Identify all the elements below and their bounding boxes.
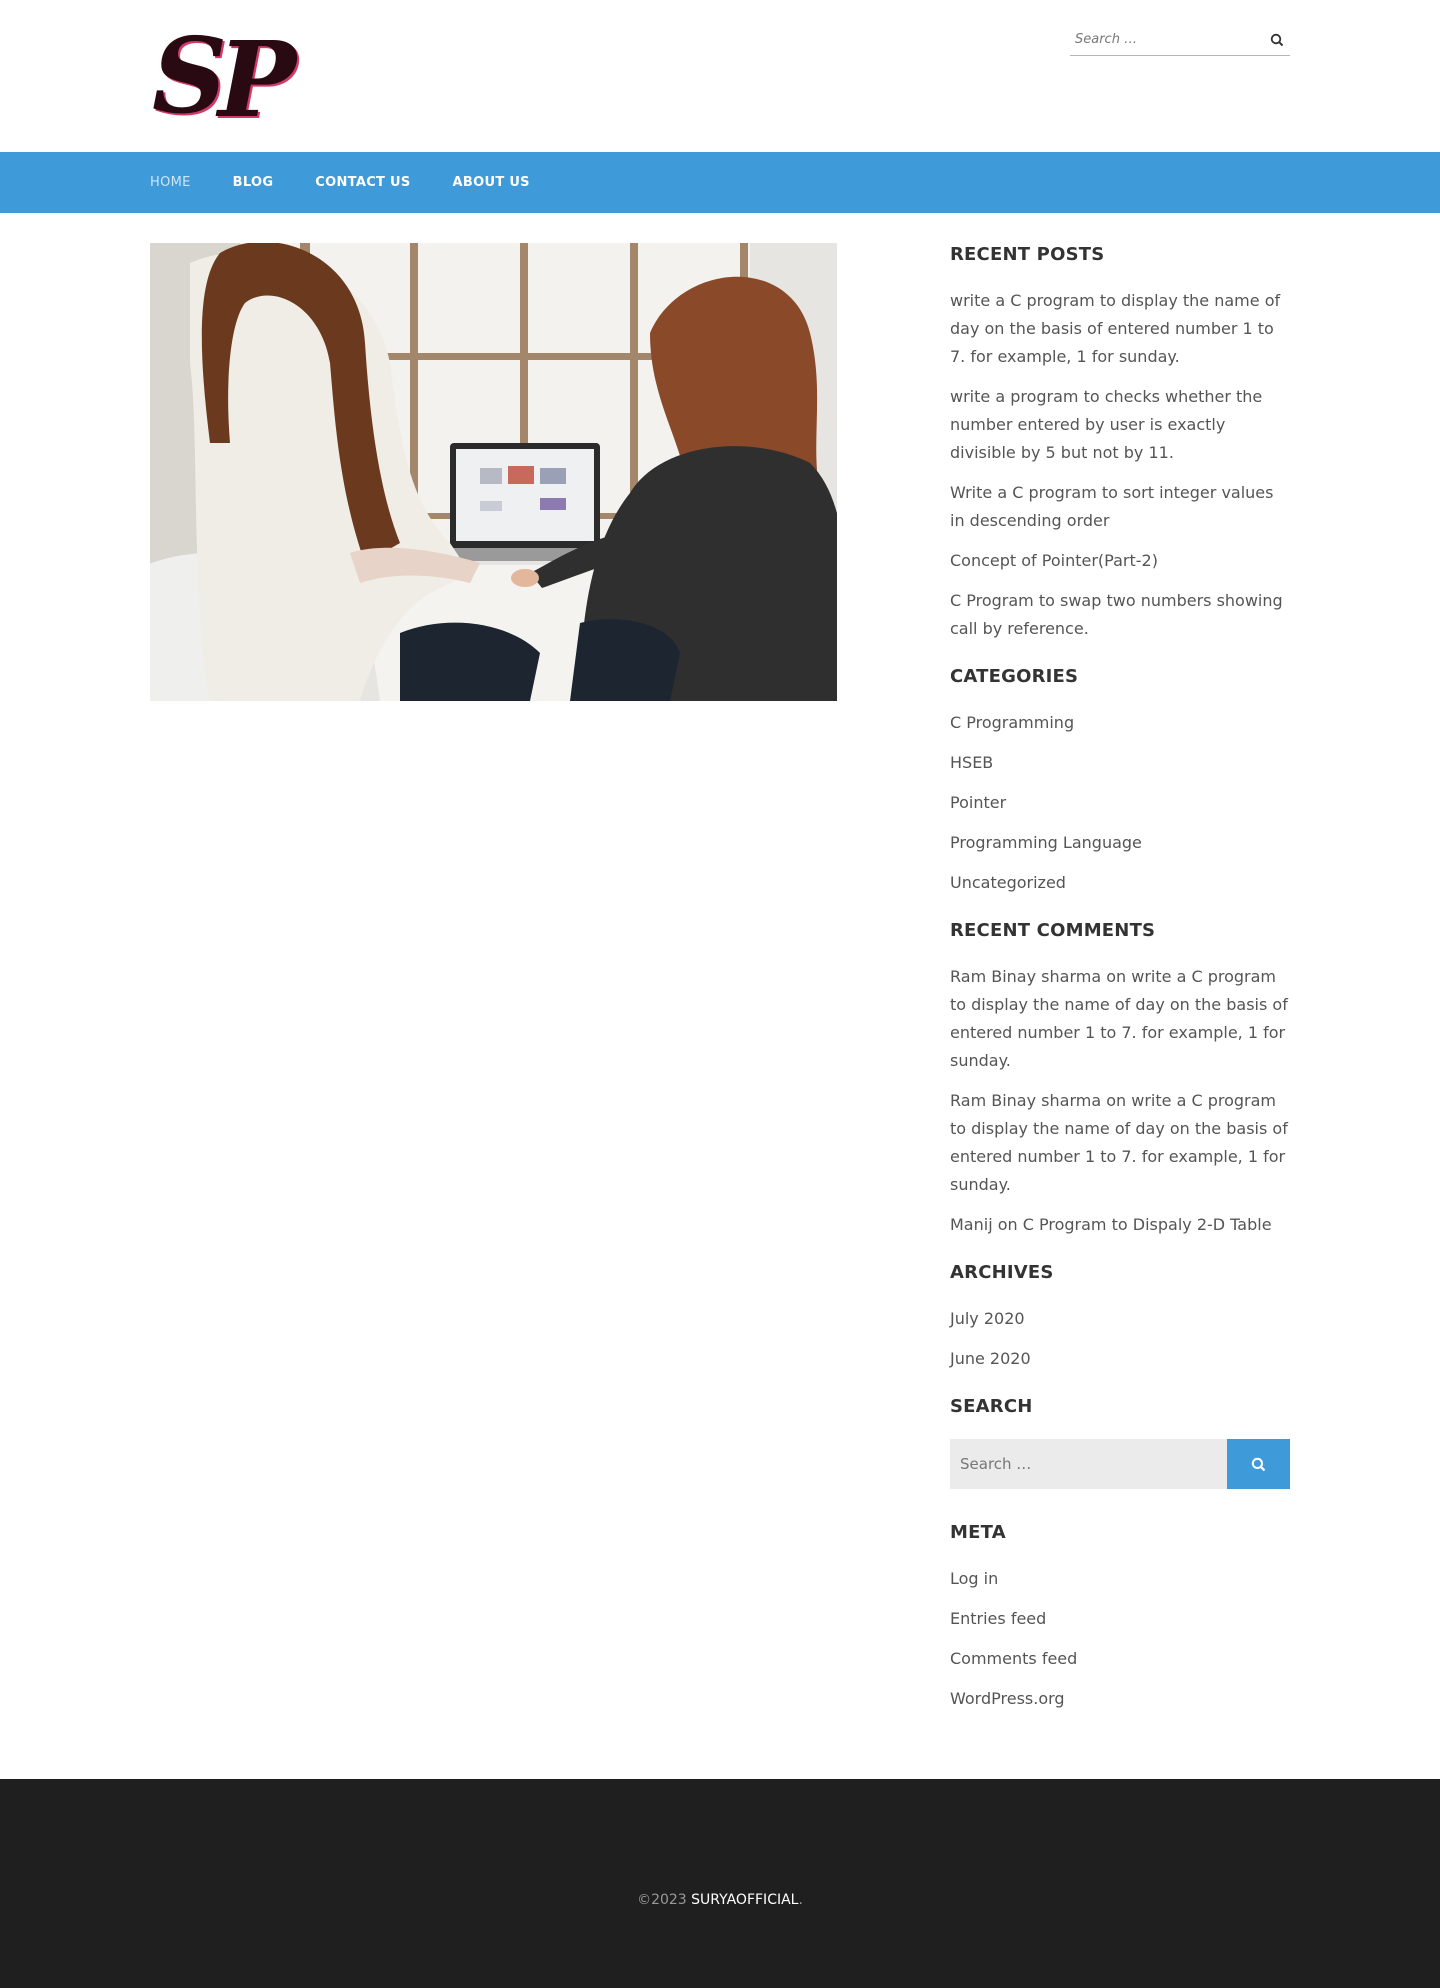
category-item: C Programming	[950, 709, 1290, 737]
widget-title-search: SEARCH	[950, 1396, 1033, 1417]
site-logo[interactable]: S S P P	[148, 20, 324, 138]
recent-comment-item: Ram Binay sharma on write a C program to…	[950, 963, 1290, 1075]
footer-copyright: ©2023 SURYAOFFICIAL.	[0, 1892, 1440, 1908]
widget-recent-posts: RECENT POSTS write a C program to displa…	[950, 243, 1290, 643]
meta-link-comments-feed[interactable]: Comments feed	[950, 1649, 1077, 1668]
category-item: Pointer	[950, 789, 1290, 817]
comment-on-text: on	[1101, 967, 1132, 986]
widget-meta: META Log in Entries feed Comments feed W…	[950, 1521, 1290, 1713]
category-item: Uncategorized	[950, 869, 1290, 897]
nav-item-blog[interactable]: BLOG	[233, 175, 274, 190]
site-header: S S P P	[0, 0, 1440, 152]
header-search-form	[1070, 24, 1290, 56]
main-content: RECENT POSTS write a C program to displa…	[0, 213, 1440, 1779]
svg-text:P: P	[215, 20, 299, 138]
copyright-text: ©2023	[637, 1892, 692, 1908]
widget-title-archives: ARCHIVES	[950, 1262, 1054, 1283]
widget-recent-comments: RECENT COMMENTS Ram Binay sharma on writ…	[950, 919, 1290, 1239]
recent-post-link[interactable]: write a C program to display the name of…	[950, 291, 1280, 366]
sidebar-search-button[interactable]	[1227, 1439, 1290, 1489]
recent-post-item: C Program to swap two numbers showing ca…	[950, 587, 1290, 643]
featured-image[interactable]	[150, 243, 837, 701]
recent-post-item: write a C program to display the name of…	[950, 287, 1290, 371]
nav-item-home[interactable]: HOME	[150, 175, 191, 190]
search-icon	[1251, 1457, 1266, 1471]
category-link[interactable]: HSEB	[950, 753, 993, 772]
category-item: Programming Language	[950, 829, 1290, 857]
meta-link-log-in[interactable]: Log in	[950, 1569, 998, 1588]
meta-item: Comments feed	[950, 1645, 1290, 1673]
sidebar: RECENT POSTS write a C program to displa…	[950, 243, 1290, 1735]
recent-post-item: Write a C program to sort integer values…	[950, 479, 1290, 535]
recent-post-link[interactable]: C Program to swap two numbers showing ca…	[950, 591, 1283, 638]
comment-author: Ram Binay sharma	[950, 1091, 1102, 1110]
widget-title-recent-posts: RECENT POSTS	[950, 244, 1105, 265]
widget-title-recent-comments: RECENT COMMENTS	[950, 920, 1156, 941]
meta-link-entries-feed[interactable]: Entries feed	[950, 1609, 1046, 1628]
widget-title-categories: CATEGORIES	[950, 666, 1079, 687]
copyright-suffix: .	[798, 1892, 803, 1908]
nav-item-about-us[interactable]: ABOUT US	[453, 175, 530, 190]
search-icon	[1270, 33, 1284, 47]
footer-brand-link[interactable]: SURYAOFFICIAL	[691, 1892, 798, 1908]
recent-comment-item: Ram Binay sharma on write a C program to…	[950, 1087, 1290, 1199]
widget-categories: CATEGORIES C Programming HSEB Pointer Pr…	[950, 665, 1290, 897]
header-search-button[interactable]	[1266, 29, 1288, 51]
meta-item: Log in	[950, 1565, 1290, 1593]
sidebar-search-form	[950, 1439, 1290, 1489]
archive-link[interactable]: July 2020	[950, 1309, 1025, 1328]
site-footer: ©2023 SURYAOFFICIAL.	[0, 1779, 1440, 1988]
meta-item: WordPress.org	[950, 1685, 1290, 1713]
recent-post-item: write a program to checks whether the nu…	[950, 383, 1290, 467]
recent-post-link[interactable]: write a program to checks whether the nu…	[950, 387, 1262, 462]
comment-author: Ram Binay sharma	[950, 967, 1102, 986]
category-link[interactable]: C Programming	[950, 713, 1074, 732]
category-link[interactable]: Pointer	[950, 793, 1006, 812]
sidebar-search-input[interactable]	[950, 1439, 1227, 1489]
header-search-input[interactable]	[1070, 24, 1260, 54]
archive-link[interactable]: June 2020	[950, 1349, 1031, 1368]
comment-on-text: on	[1101, 1091, 1132, 1110]
comment-post-link[interactable]: C Program to Dispaly 2-D Table	[1023, 1215, 1272, 1234]
comment-author: Manij	[950, 1215, 993, 1234]
recent-post-link[interactable]: Concept of Pointer(Part-2)	[950, 551, 1158, 570]
svg-text:S: S	[152, 20, 227, 137]
widget-title-meta: META	[950, 1522, 1006, 1543]
meta-link-wordpress[interactable]: WordPress.org	[950, 1689, 1065, 1708]
archive-item: July 2020	[950, 1305, 1290, 1333]
recent-post-link[interactable]: Write a C program to sort integer values…	[950, 483, 1273, 530]
recent-post-item: Concept of Pointer(Part-2)	[950, 547, 1290, 575]
comment-on-text: on	[992, 1215, 1023, 1234]
widget-archives: ARCHIVES July 2020 June 2020	[950, 1261, 1290, 1373]
main-navigation: HOME BLOG CONTACT US ABOUT US	[0, 152, 1440, 213]
archive-item: June 2020	[950, 1345, 1290, 1373]
category-link[interactable]: Programming Language	[950, 833, 1142, 852]
category-link[interactable]: Uncategorized	[950, 873, 1066, 892]
meta-item: Entries feed	[950, 1605, 1290, 1633]
recent-comment-item: Manij on C Program to Dispaly 2-D Table	[950, 1211, 1290, 1239]
nav-item-contact-us[interactable]: CONTACT US	[315, 175, 410, 190]
featured-photo	[150, 243, 837, 701]
category-item: HSEB	[950, 749, 1290, 777]
widget-search: SEARCH	[950, 1395, 1290, 1489]
